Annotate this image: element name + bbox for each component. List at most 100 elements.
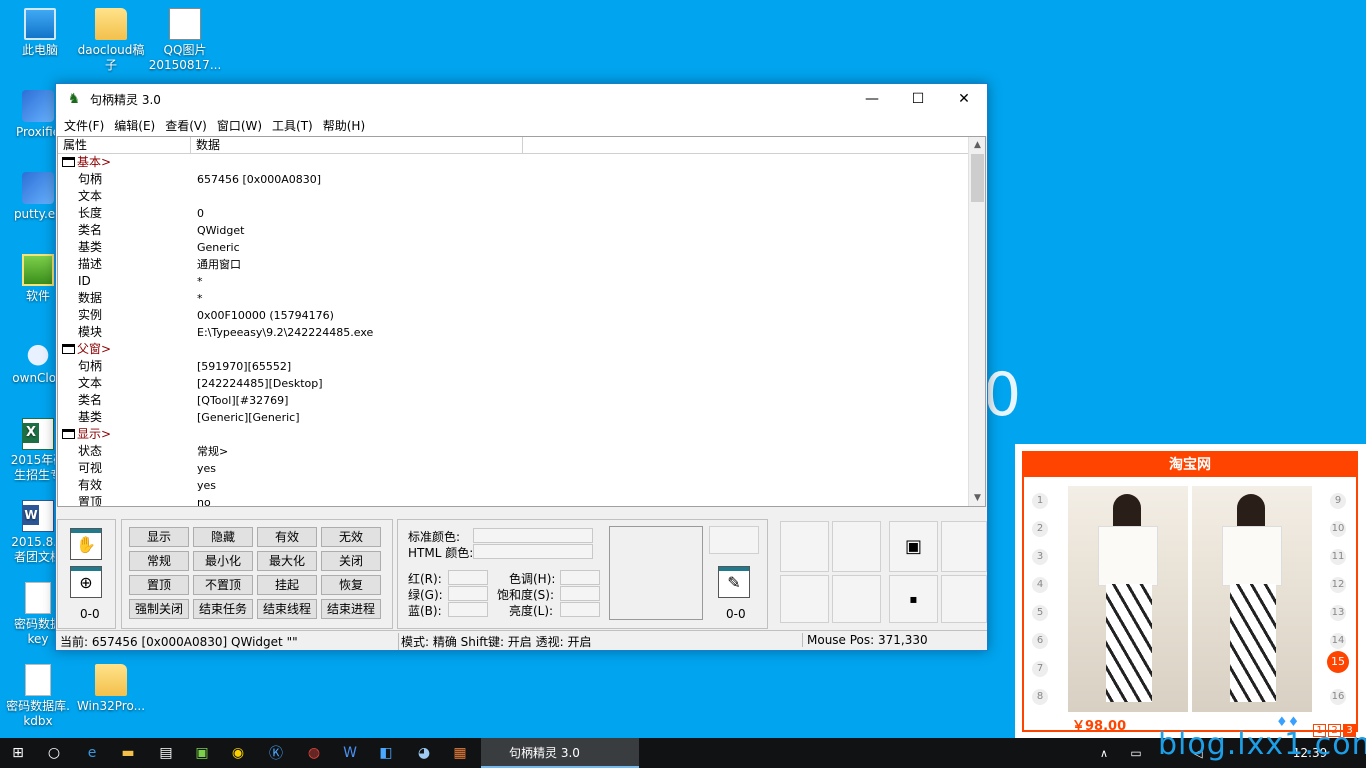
store-icon[interactable]: ▤ [148, 738, 184, 768]
html-color-field[interactable] [473, 544, 593, 559]
scrollbar-thumb[interactable] [971, 154, 984, 202]
ad-rank-number[interactable]: 7 [1032, 661, 1048, 677]
scroll-down-icon[interactable]: ▼ [969, 490, 985, 506]
hue-field[interactable] [560, 570, 600, 585]
close-button[interactable]: ✕ [941, 84, 987, 114]
grid-row[interactable]: 描述 通用窗口 [58, 256, 970, 273]
action-button[interactable]: 结束进程 [321, 599, 381, 619]
app-green-icon[interactable]: ▣ [184, 738, 220, 768]
brightness-field[interactable] [560, 602, 600, 617]
network-icon[interactable]: ▭ [1118, 738, 1154, 768]
product-price[interactable]: ￥98.00 [1072, 715, 1126, 734]
cortana-search-icon[interactable]: ○ [36, 738, 72, 768]
grid-row[interactable]: 实例 0x00F10000 (15794176) [58, 307, 970, 324]
ad-rank-number[interactable]: 6 [1032, 633, 1048, 649]
ad-rank-number[interactable]: 12 [1330, 577, 1346, 593]
grid-row[interactable]: 类名 [QTool][#32769] [58, 392, 970, 409]
desktop-icon[interactable]: daocloud稿 子 [73, 8, 149, 73]
tool-cell[interactable] [832, 575, 881, 623]
action-button[interactable]: 最大化 [257, 551, 317, 571]
desktop-icon[interactable]: 此电脑 [2, 8, 78, 58]
green-field[interactable] [448, 586, 488, 601]
file-explorer-icon[interactable]: ▬ [110, 738, 146, 768]
taobao-ad[interactable]: 淘宝网 1 2 3 4 5 6 7 8 9 10 11 12 13 14 15 16 ￥98.00 ♦♦ 1 … [1015, 444, 1366, 740]
ad-rank-number[interactable]: 11 [1330, 549, 1346, 565]
maximize-button[interactable]: ☐ [895, 84, 941, 114]
grid-row[interactable]: 长度 0 [58, 205, 970, 222]
scroll-up-icon[interactable]: ▲ [969, 137, 985, 153]
tool-cell[interactable] [941, 521, 987, 572]
small-window-icon[interactable]: ▪ [889, 575, 938, 623]
window-layout-icon[interactable]: ▣ [889, 521, 938, 572]
standard-color-field[interactable] [473, 528, 593, 543]
desktop-icon[interactable]: 密码数据库. kdbx [0, 664, 76, 729]
ad-rank-number[interactable]: 8 [1032, 689, 1048, 705]
action-button[interactable]: 无效 [321, 527, 381, 547]
drag-hand-icon[interactable]: ✋ [70, 528, 102, 560]
ad-rank-number[interactable]: 3 [1032, 549, 1048, 565]
tool-cell[interactable] [941, 575, 987, 623]
grid-section-row[interactable]: 父窗> [58, 341, 970, 358]
chrome-icon[interactable]: ◍ [296, 738, 332, 768]
ad-rank-number[interactable]: 1 [1032, 493, 1048, 509]
grid-row[interactable]: 类名 QWidget [58, 222, 970, 239]
ad-rank-number[interactable]: 14 [1330, 633, 1346, 649]
word-icon[interactable]: W [332, 738, 368, 768]
property-grid[interactable]: 属性 数据 基本> 句柄 657456 [0x000A0830] 文本 长度 0 类名 QWi… [57, 136, 986, 507]
grid-row[interactable]: 句柄 657456 [0x000A0830] [58, 171, 970, 188]
action-button[interactable]: 常规 [129, 551, 189, 571]
menu-help[interactable]: 帮助(H) [318, 117, 370, 134]
action-button[interactable]: 隐藏 [193, 527, 253, 547]
ad-rank-number[interactable]: 10 [1330, 521, 1346, 537]
crosshair-finder-icon[interactable]: ⊕ [70, 566, 102, 598]
ad-rank-number[interactable]: 2 [1032, 521, 1048, 537]
title-bar[interactable]: ♞ 句柄精灵 3.0 — ☐ ✕ [56, 84, 987, 114]
column-header-property[interactable]: 属性 [58, 137, 191, 153]
grid-row[interactable]: 有效 yes [58, 477, 970, 494]
menu-edit[interactable]: 编辑(E) [109, 117, 160, 134]
eyedropper-icon[interactable]: ✎ [718, 566, 750, 598]
blue-field[interactable] [448, 602, 488, 617]
app-chart-icon[interactable]: ▦ [442, 738, 478, 768]
action-button[interactable]: 最小化 [193, 551, 253, 571]
desktop-icon[interactable]: Win32Pro... [73, 664, 149, 714]
grid-row[interactable]: 模块 E:\Typeeasy\9.2\242224485.exe [58, 324, 970, 341]
vertical-scrollbar[interactable]: ▲ ▼ [968, 137, 985, 506]
ad-rank-number[interactable]: 4 [1032, 577, 1048, 593]
action-button[interactable]: 不置顶 [193, 575, 253, 595]
grid-row[interactable]: 句柄 [591970][65552] [58, 358, 970, 375]
action-button[interactable]: 有效 [257, 527, 317, 547]
menu-view[interactable]: 查看(V) [160, 117, 212, 134]
red-field[interactable] [448, 570, 488, 585]
globe-icon[interactable]: ◕ [406, 738, 442, 768]
menu-file[interactable]: 文件(F) [59, 117, 109, 134]
action-button[interactable]: 结束任务 [193, 599, 253, 619]
grid-row[interactable]: 可视 yes [58, 460, 970, 477]
action-button[interactable]: 置顶 [129, 575, 189, 595]
tool-cell[interactable] [832, 521, 881, 572]
desktop-icon[interactable]: QQ图片 20150817... [147, 8, 223, 73]
grid-row[interactable]: 文本 [242224485][Desktop] [58, 375, 970, 392]
column-header-data[interactable]: 数据 [191, 137, 523, 153]
edge-browser-icon[interactable]: e [74, 738, 110, 768]
action-button[interactable]: 恢复 [321, 575, 381, 595]
taskbar-active-app[interactable]: 句柄精灵 3.0 [481, 738, 639, 768]
action-button[interactable]: 挂起 [257, 575, 317, 595]
action-button[interactable]: 结束线程 [257, 599, 317, 619]
product-photo-front[interactable] [1068, 486, 1188, 712]
tray-chevron-up-icon[interactable]: ∧ [1086, 738, 1122, 768]
product-photo-back[interactable] [1192, 486, 1312, 712]
ad-rank-number[interactable]: 15 [1327, 651, 1349, 673]
grid-section-row[interactable]: 基本> [58, 154, 970, 171]
tool-cell[interactable] [780, 521, 829, 572]
action-button[interactable]: 显示 [129, 527, 189, 547]
ad-rank-number[interactable]: 5 [1032, 605, 1048, 621]
tool-cell[interactable] [780, 575, 829, 623]
action-button[interactable]: 关闭 [321, 551, 381, 571]
app-blue-icon[interactable]: ◧ [368, 738, 404, 768]
saturation-field[interactable] [560, 586, 600, 601]
grid-row[interactable]: 置顶 no [58, 494, 970, 506]
grid-row[interactable]: 基类 Generic [58, 239, 970, 256]
grid-row[interactable]: ID * [58, 273, 970, 290]
grid-row[interactable]: 基类 [Generic][Generic] [58, 409, 970, 426]
